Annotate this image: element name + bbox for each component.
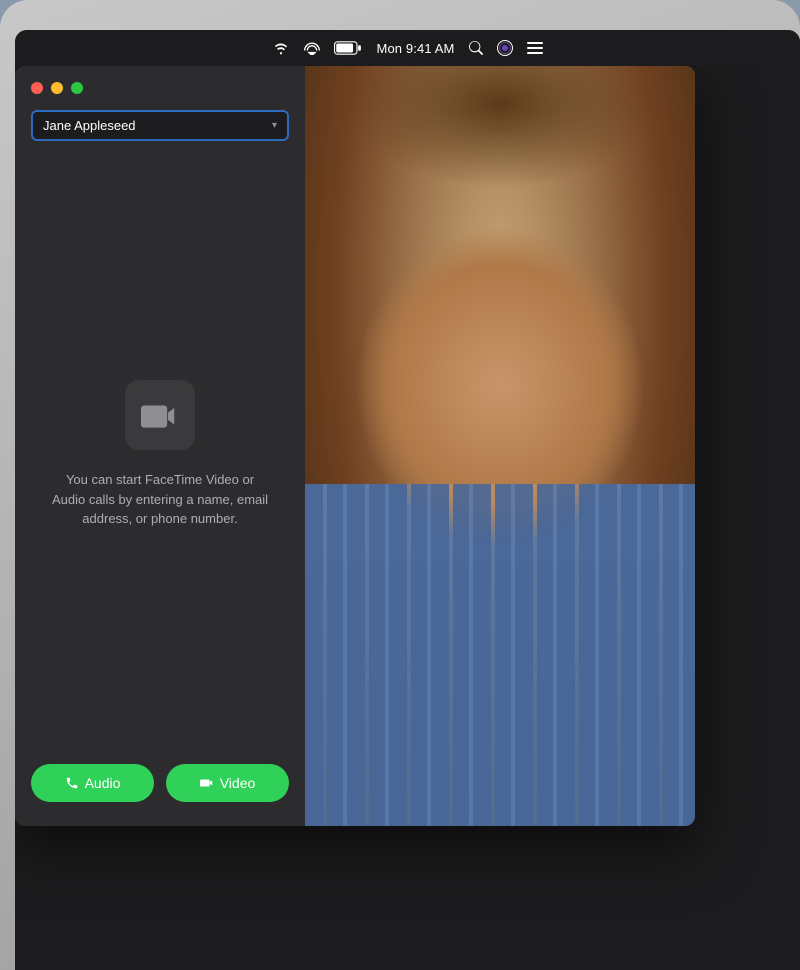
contact-name: Jane Appleseed — [43, 118, 136, 133]
traffic-lights — [31, 82, 289, 94]
audio-button-label: Audio — [85, 775, 121, 791]
search-icon[interactable] — [469, 41, 483, 55]
menubar: Mon 9:41 AM — [15, 30, 800, 66]
screen: Mon 9:41 AM — [15, 30, 800, 970]
video-camera-icon — [125, 380, 195, 450]
chevron-down-icon: ▾ — [272, 120, 277, 131]
siri-icon[interactable] — [497, 40, 513, 56]
audio-call-button[interactable]: Audio — [31, 764, 154, 802]
airplay-icon — [304, 42, 320, 55]
video-button-label: Video — [220, 775, 256, 791]
shirt-stripes — [305, 484, 695, 826]
person-photo — [305, 66, 695, 826]
wifi-icon — [272, 41, 290, 55]
maximize-button[interactable] — [71, 82, 83, 94]
right-panel-photo — [305, 66, 695, 826]
minimize-button[interactable] — [51, 82, 63, 94]
placeholder-text: You can start FaceTime Video or Audio ca… — [51, 470, 269, 529]
placeholder-area: You can start FaceTime Video or Audio ca… — [31, 161, 289, 748]
close-button[interactable] — [31, 82, 43, 94]
menu-list-icon[interactable] — [527, 42, 543, 54]
menubar-time: Mon 9:41 AM — [376, 41, 454, 56]
contact-input[interactable]: Jane Appleseed ▾ — [31, 110, 289, 141]
video-call-button[interactable]: Video — [166, 764, 289, 802]
left-panel: Jane Appleseed ▾ You can start FaceTime … — [15, 66, 305, 826]
button-row: Audio Video — [31, 748, 289, 810]
battery-icon — [334, 41, 362, 55]
macbook-frame: Mon 9:41 AM — [0, 0, 800, 970]
facetime-window: Jane Appleseed ▾ You can start FaceTime … — [15, 66, 695, 826]
